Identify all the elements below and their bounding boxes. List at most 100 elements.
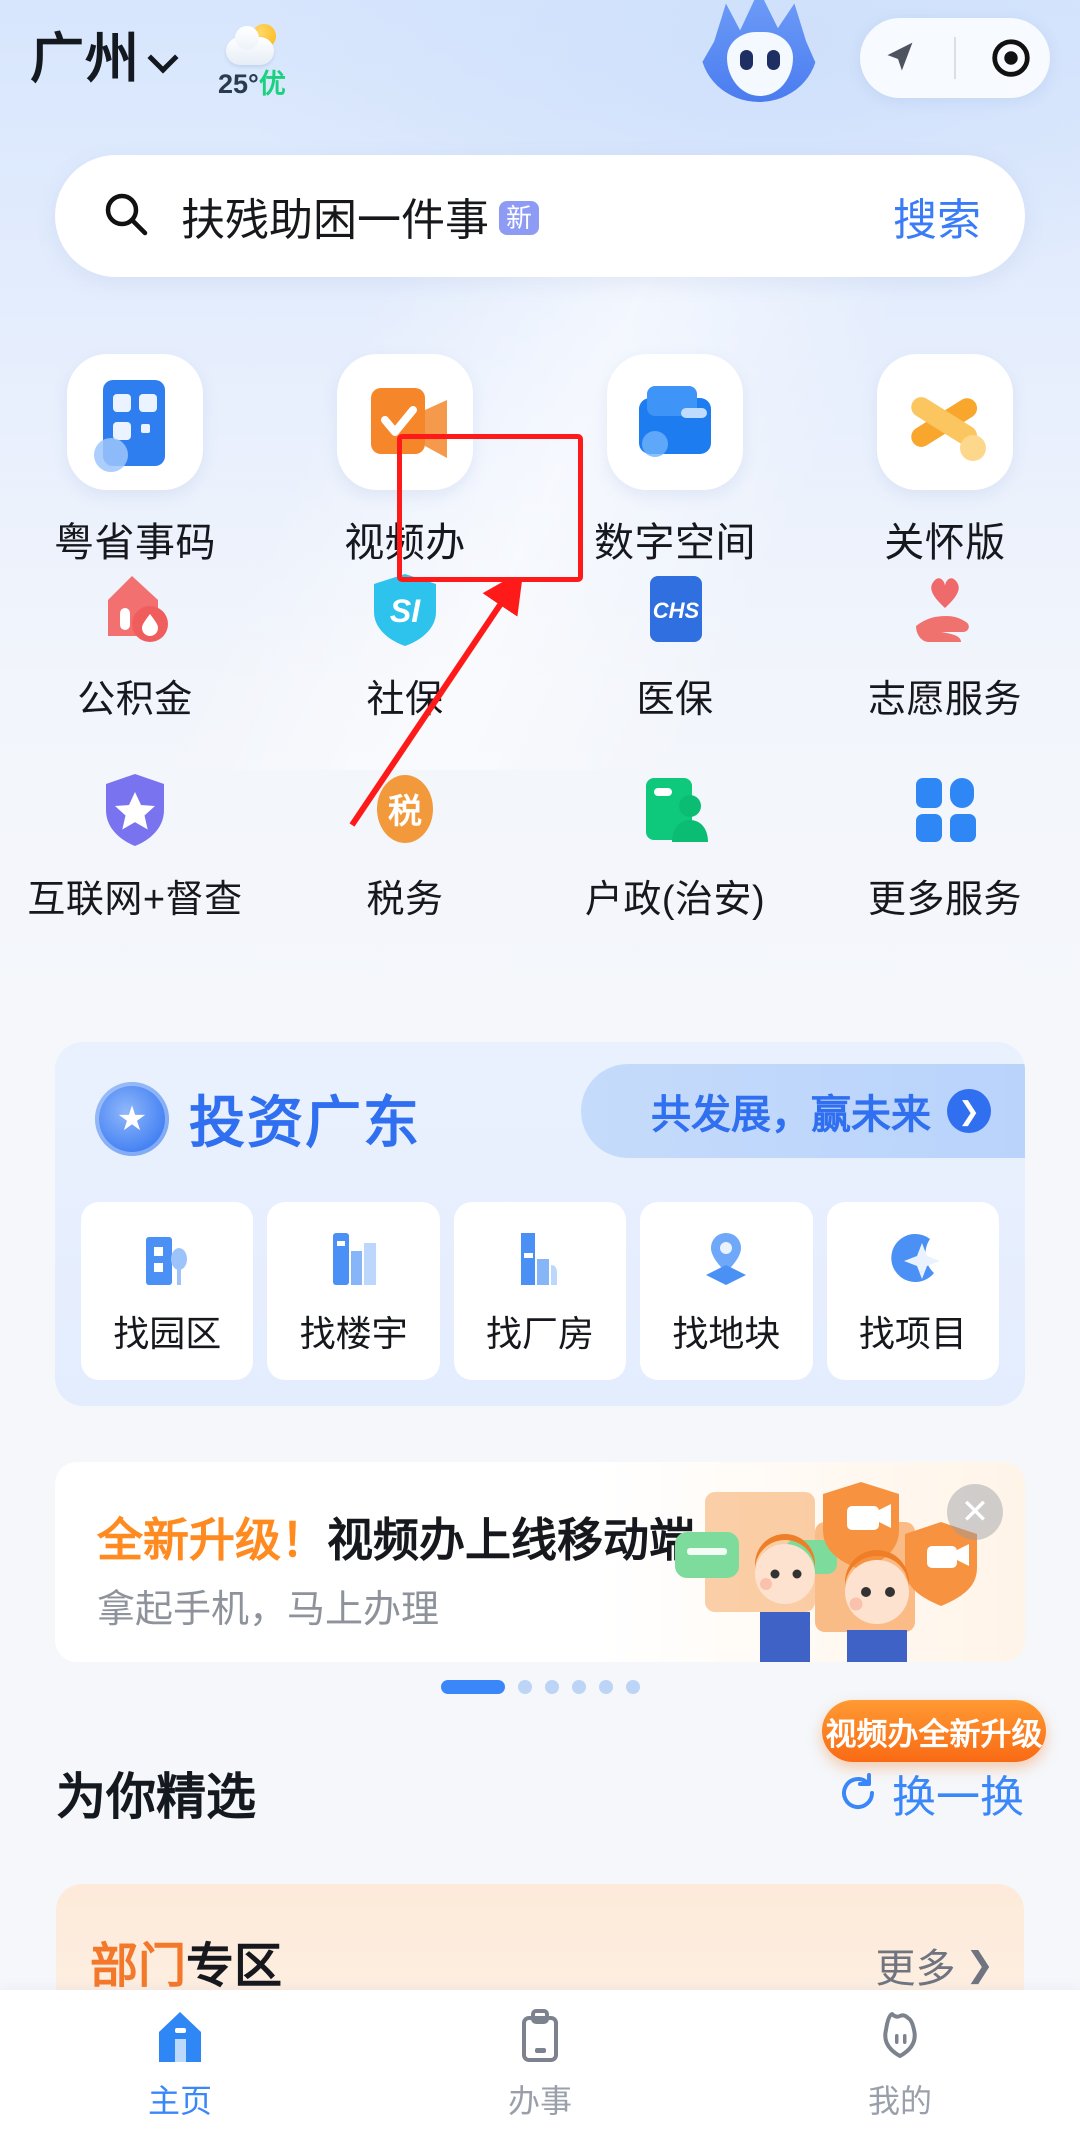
park-building-icon xyxy=(146,1237,188,1285)
dept-zone-title-rest: 专区 xyxy=(186,1940,283,1993)
search-input[interactable]: 扶残助困一件事 新 xyxy=(181,184,893,248)
invest-item-tower[interactable]: 找楼宇 xyxy=(267,1202,440,1380)
page-title: 为你精选 xyxy=(56,1769,256,1825)
nav-pill xyxy=(860,18,1050,98)
home-icon xyxy=(159,2012,201,2062)
tab-label: 办事 xyxy=(507,2083,572,2119)
carousel-dot[interactable] xyxy=(544,1680,559,1694)
dept-zone-more[interactable]: 更多 ❯ xyxy=(876,1936,995,1994)
grid-item-label: 社保 xyxy=(366,679,444,721)
social-insurance-icon: SI xyxy=(362,566,448,652)
temperature: 25° xyxy=(218,69,259,99)
svg-text:CHS: CHS xyxy=(653,598,700,623)
profile-mascot-icon xyxy=(883,2012,917,2058)
video-check-icon xyxy=(337,354,473,490)
carousel-dot[interactable] xyxy=(625,1680,640,1694)
carousel-dot[interactable] xyxy=(517,1680,532,1694)
search-button[interactable]: 搜索 xyxy=(893,184,981,248)
promo-banner[interactable]: 全新升级！视频办上线移动端 拿起手机，马上办理 ✕ xyxy=(55,1462,1025,1662)
carousel-dots[interactable] xyxy=(0,1680,1080,1694)
grid-item-social-insurance[interactable]: SI 社保 xyxy=(270,542,540,742)
care-version-icon xyxy=(877,354,1013,490)
refresh-button[interactable]: 换一换 xyxy=(836,1761,1024,1825)
invest-item-label: 找厂房 xyxy=(486,1313,595,1354)
chevron-right-circle-icon: ❯ xyxy=(947,1089,991,1133)
record-target-icon[interactable] xyxy=(988,35,1034,81)
invest-item-row: 找园区 找楼宇 找厂房 找地块 找项目 xyxy=(81,1202,1000,1380)
grid-item-video-service[interactable]: 视频办 xyxy=(270,330,540,565)
promo-highlight: 全新升级！ xyxy=(97,1514,327,1566)
household-police-icon xyxy=(632,766,718,852)
grid-item-label: 公积金 xyxy=(77,679,193,721)
refresh-icon xyxy=(842,1773,874,1809)
invest-item-label: 找项目 xyxy=(858,1313,967,1354)
medical-insurance-chs-icon: CHS xyxy=(632,566,718,652)
carousel-dot[interactable] xyxy=(571,1680,586,1694)
close-icon[interactable]: ✕ xyxy=(947,1484,1003,1540)
svg-text:SI: SI xyxy=(390,593,421,629)
invest-title: 投资广东 xyxy=(189,1091,421,1154)
invest-tagline-text: 共发展，赢未来 xyxy=(651,1093,931,1137)
factory-icon xyxy=(521,1233,558,1285)
grid-item-digital-space[interactable]: 数字空间 xyxy=(540,330,810,565)
volunteer-heart-hand-icon xyxy=(902,566,988,652)
more-grid-icon xyxy=(902,766,988,852)
invest-item-label: 找园区 xyxy=(113,1313,222,1354)
invest-guangdong-card[interactable]: 共发展，赢未来 ❯ 投资广东 找园区 xyxy=(55,1042,1025,1406)
weather-text: 25°优 xyxy=(218,71,286,98)
housing-fund-icon xyxy=(92,566,178,652)
shield-star-icon xyxy=(92,766,178,852)
city-name: 广州 xyxy=(30,29,140,89)
video-upgrade-float-badge[interactable]: 视频办全新升级 xyxy=(822,1700,1046,1762)
invest-item-land[interactable]: 找地块 xyxy=(640,1202,813,1380)
weather-widget[interactable]: 25°优 xyxy=(218,20,286,98)
for-you-header: 为你精选 换一换 xyxy=(56,1758,1024,1828)
dept-zone-more-label: 更多 xyxy=(875,1947,956,1991)
tab-label: 我的 xyxy=(867,2083,932,2119)
mascot-avatar-icon[interactable] xyxy=(700,0,818,112)
invest-item-factory[interactable]: 找厂房 xyxy=(453,1202,627,1380)
office-tower-icon xyxy=(332,1233,376,1285)
promo-title-text: 视频办上线移动端 xyxy=(327,1514,695,1566)
tab-label: 主页 xyxy=(147,2083,212,2119)
city-selector[interactable]: 广州 xyxy=(30,32,176,86)
tab-services[interactable]: 办事 xyxy=(360,2008,720,2122)
invest-tagline[interactable]: 共发展，赢未来 ❯ xyxy=(581,1064,1025,1158)
grid-item-yuesheng-code[interactable]: 粤省事码 xyxy=(0,330,270,565)
dept-zone-title-orange: 部门 xyxy=(90,1940,187,1993)
land-pin-icon xyxy=(706,1233,747,1285)
divider xyxy=(954,37,956,79)
air-quality: 优 xyxy=(258,69,286,99)
invest-item-park[interactable]: 找园区 xyxy=(81,1202,254,1380)
tab-home[interactable]: 主页 xyxy=(0,2008,360,2122)
invest-item-project[interactable]: 找项目 xyxy=(826,1202,1000,1380)
qr-card-icon xyxy=(67,354,203,490)
grid-item-more-services[interactable]: 更多服务 xyxy=(810,742,1080,942)
invest-item-label: 找楼宇 xyxy=(299,1313,408,1354)
chevron-down-icon xyxy=(150,45,176,71)
invest-item-label: 找地块 xyxy=(672,1313,781,1354)
grid-item-housing-fund[interactable]: 公积金 xyxy=(0,542,270,742)
grid-item-label: 志愿服务 xyxy=(867,679,1022,721)
grid-item-care-version[interactable]: 关怀版 xyxy=(810,330,1080,565)
chevron-right-icon: ❯ xyxy=(965,1946,995,1984)
navigation-arrow-icon[interactable] xyxy=(876,35,922,81)
tab-profile[interactable]: 我的 xyxy=(720,2008,1080,2122)
grid-item-household-police[interactable]: 户政(治安) xyxy=(540,742,810,942)
service-grid: 粤省事码 视频办 数字空间 关怀版 公积金 SI 社保 CHS 医保 志愿服务 … xyxy=(0,330,1080,942)
carousel-dot-active[interactable] xyxy=(440,1680,505,1694)
grid-item-tax[interactable]: 税 税务 xyxy=(270,742,540,942)
grid-item-internet-supervision[interactable]: 互联网+督查 xyxy=(0,742,270,942)
promo-title: 全新升级！视频办上线移动端 xyxy=(97,1504,695,1570)
grid-item-volunteer[interactable]: 志愿服务 xyxy=(810,542,1080,742)
bottom-tab-bar: 主页 办事 我的 xyxy=(0,1990,1080,2142)
grid-item-medical-insurance[interactable]: CHS 医保 xyxy=(540,542,810,742)
grid-item-label: 互联网+督查 xyxy=(27,879,243,921)
clipboard-icon xyxy=(522,2009,558,2062)
refresh-label: 换一换 xyxy=(892,1773,1024,1822)
partly-cloudy-icon xyxy=(224,24,280,66)
search-new-badge: 新 xyxy=(499,201,540,235)
carousel-dot[interactable] xyxy=(598,1680,613,1694)
tax-icon: 税 xyxy=(362,766,448,852)
search-bar[interactable]: 扶残助困一件事 新 搜索 xyxy=(55,155,1025,277)
